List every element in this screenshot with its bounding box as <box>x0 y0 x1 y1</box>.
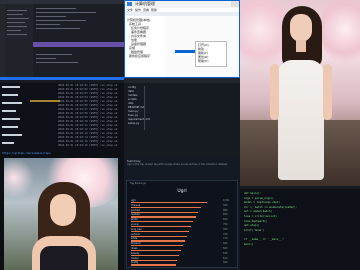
rank-value: 740 <box>223 232 228 236</box>
terminal-left-gutter <box>2 84 24 148</box>
rank-bar <box>131 264 176 266</box>
window-app-icon <box>127 2 132 6</box>
section-label: Tag Rankings <box>130 182 146 185</box>
rank-value: 760 <box>223 227 228 231</box>
code-terminal-window: def main(): args = parse_args() model = … <box>240 186 360 270</box>
highlighted-selection <box>33 42 124 47</box>
terminal-tabbar <box>240 186 360 189</box>
file-panel-toolbar <box>124 78 240 83</box>
blossom-right <box>320 0 360 64</box>
file-panel-window: config data models scripts utils README.… <box>124 78 240 158</box>
tree-pane: 计算机管理(本地) 系统工具 任务计划程序 事件查看器 共享文件夹 性能 设备管… <box>125 16 165 76</box>
rank-bar <box>131 216 196 218</box>
arm-right <box>323 64 332 120</box>
tree-item[interactable]: 服务和应用程序 <box>129 54 150 58</box>
code-editor-window <box>0 0 124 80</box>
file-list-scrollbar[interactable] <box>144 86 145 130</box>
file-item[interactable]: setup.py <box>128 122 139 126</box>
rank-bar <box>131 211 198 213</box>
rank-value: 630 <box>223 251 228 255</box>
log-terminal-window: 2024-05-01 10:22:01 [INFO] run_step ok 2… <box>0 80 124 152</box>
rank-bar <box>131 221 194 223</box>
photo-woman-white-dress <box>240 0 360 186</box>
face <box>290 14 312 42</box>
rank-bar <box>131 206 201 209</box>
highlighted-log-line <box>30 100 60 102</box>
log-output: 2024-05-01 10:22:01 [INFO] run_step ok 2… <box>58 84 117 148</box>
panel-description: Ugrl is the top ranked tag with a large … <box>127 163 228 166</box>
file-list: config data models scripts utils README.… <box>128 86 150 146</box>
rank-value: 690 <box>223 242 228 246</box>
computer-management-window: 计算机管理 文件 操作 查看 帮助 计算机管理(本地) 系统工具 任务计划程序 … <box>124 0 240 78</box>
rank-value: 610 <box>223 256 228 260</box>
arm-left <box>270 64 279 120</box>
rank-value: 1000 <box>223 199 230 202</box>
rank-value: 880 <box>223 208 228 212</box>
rank-value: 920 <box>223 203 228 207</box>
chart-rows: ugrl 1000 chinese 920 portrait 880 realistic 85… <box>127 199 237 267</box>
rank-value: 790 <box>223 223 228 226</box>
context-menu-item[interactable]: 帮助(H) <box>198 59 209 63</box>
white-dress <box>278 60 324 180</box>
photo-woman-cherry-blossom <box>4 158 118 270</box>
ranking-panel: Summary Ugrl is the top ranked tag with … <box>124 158 240 270</box>
rank-bar <box>131 245 184 247</box>
code-line: main() <box>244 242 254 246</box>
rank-value: 710 <box>223 237 228 241</box>
rank-value: 820 <box>223 218 228 222</box>
editor-main-area <box>33 4 124 80</box>
terminal-tabbar <box>0 80 124 83</box>
blossom-branch-left <box>4 158 34 198</box>
close-button[interactable] <box>231 1 239 7</box>
black-dress <box>40 246 88 270</box>
neck <box>296 40 306 52</box>
log-line: 2024-05-01 10:22:16 [INFO] run_step ok <box>58 144 118 147</box>
footer-link[interactable]: https://github.com/example/repo <box>2 152 50 156</box>
rank-bar <box>131 235 188 237</box>
face <box>50 194 76 226</box>
code-output: def main(): args = parse_args() model = … <box>244 192 297 247</box>
rank-value: 660 <box>223 247 228 250</box>
section-box: Tag Rankings Ugrl ugrl 1000 chinese 920 port… <box>126 180 238 268</box>
window-title: 计算机管理 <box>135 1 155 6</box>
editor-sidebar <box>5 4 33 80</box>
rank-bar <box>131 202 207 204</box>
context-menu: 打开(O) 新建 刷新(F) 属性(R) 帮助(H) <box>195 41 227 67</box>
rank-value: 590 <box>223 261 228 265</box>
chart-title: Ugrl <box>177 189 187 194</box>
rank-value: 850 <box>223 213 228 217</box>
